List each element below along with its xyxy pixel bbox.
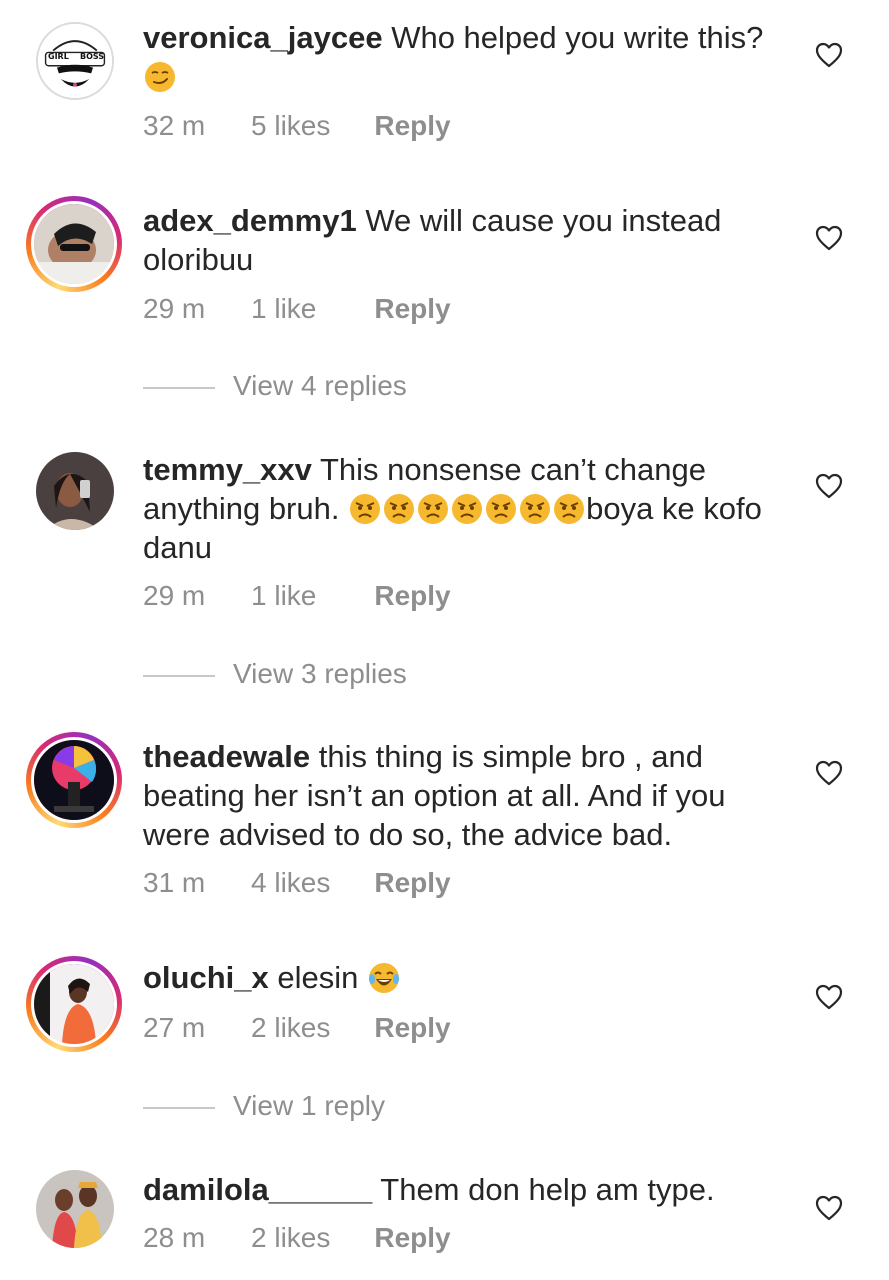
comment-body: Who helped you write this? — [391, 20, 764, 55]
comment-meta: 32 m 5 likes Reply — [143, 110, 451, 142]
angry-face-icon — [485, 493, 517, 525]
comment-meta: 28 m 2 likes Reply — [143, 1222, 451, 1254]
divider-line — [143, 386, 215, 389]
view-replies-button[interactable]: View 1 reply — [143, 1090, 385, 1122]
like-button[interactable] — [815, 42, 843, 68]
timestamp: 29 m — [143, 293, 206, 324]
reply-button[interactable]: Reply — [374, 580, 450, 612]
user-photo-icon — [36, 1170, 114, 1248]
angry-face-icon — [383, 493, 415, 525]
heart-outline-icon — [815, 760, 843, 786]
angry-face-icon — [451, 493, 483, 525]
reply-button[interactable]: Reply — [374, 867, 450, 899]
like-button[interactable] — [815, 1195, 843, 1221]
comment-text: damilola______ Them don help am type. — [143, 1170, 783, 1209]
likes-count[interactable]: 5 likes — [251, 110, 330, 142]
avatar[interactable] — [36, 452, 114, 530]
view-replies-button[interactable]: View 3 replies — [143, 658, 407, 690]
divider-line — [143, 674, 215, 677]
avatar[interactable] — [26, 956, 122, 1052]
tears-of-joy-icon — [368, 962, 400, 994]
comment-meta: 31 m 4 likes Reply — [143, 867, 451, 899]
user-photo-icon — [34, 964, 114, 1044]
comment-body: Them don help am type. — [380, 1172, 715, 1207]
smirking-face-icon — [144, 61, 176, 93]
like-button[interactable] — [815, 473, 843, 499]
user-photo-icon — [36, 452, 114, 530]
comment-meta: 29 m 1 like Reply — [143, 580, 451, 612]
username[interactable]: veronica_jaycee — [143, 20, 383, 55]
likes-count[interactable]: 1 like — [251, 293, 316, 325]
avatar[interactable] — [26, 732, 122, 828]
comment-text: veronica_jaycee Who helped you write thi… — [143, 18, 783, 96]
likes-count[interactable]: 1 like — [251, 580, 316, 612]
reply-button[interactable]: Reply — [374, 1012, 450, 1044]
timestamp: 29 m — [143, 580, 206, 611]
user-photo-icon — [34, 204, 114, 284]
divider-line — [143, 1106, 215, 1109]
angry-face-icon — [417, 493, 449, 525]
username[interactable]: theadewale — [143, 739, 310, 774]
user-photo-icon — [34, 740, 114, 820]
angry-face-icon — [553, 493, 585, 525]
like-button[interactable] — [815, 225, 843, 251]
likes-count[interactable]: 2 likes — [251, 1222, 330, 1254]
username[interactable]: adex_demmy1 — [143, 203, 357, 238]
heart-outline-icon — [815, 984, 843, 1010]
view-replies-button[interactable]: View 4 replies — [143, 370, 407, 402]
timestamp: 31 m — [143, 867, 206, 898]
comment-text: adex_demmy1 We will cause you instead ol… — [143, 201, 783, 279]
avatar[interactable] — [26, 196, 122, 292]
view-replies-label: View 3 replies — [233, 658, 407, 689]
username[interactable]: damilola______ — [143, 1172, 372, 1207]
avatar[interactable] — [36, 1170, 114, 1248]
likes-count[interactable]: 4 likes — [251, 867, 330, 899]
comment-meta: 27 m 2 likes Reply — [143, 1012, 451, 1044]
like-button[interactable] — [815, 984, 843, 1010]
comment-text: theadewale this thing is simple bro , an… — [143, 737, 783, 854]
heart-outline-icon — [815, 225, 843, 251]
comment-text: temmy_xxv This nonsense can’t change any… — [143, 450, 783, 567]
like-button[interactable] — [815, 760, 843, 786]
likes-count[interactable]: 2 likes — [251, 1012, 330, 1044]
heart-outline-icon — [815, 473, 843, 499]
comment-body: elesin — [277, 960, 359, 995]
avatar[interactable] — [36, 22, 114, 100]
view-replies-label: View 4 replies — [233, 370, 407, 401]
reply-button[interactable]: Reply — [374, 1222, 450, 1254]
heart-outline-icon — [815, 1195, 843, 1221]
comment-text: oluchi_x elesin — [143, 958, 783, 997]
heart-outline-icon — [815, 42, 843, 68]
reply-button[interactable]: Reply — [374, 110, 450, 142]
view-replies-label: View 1 reply — [233, 1090, 386, 1121]
angry-face-icon — [349, 493, 381, 525]
girl-boss-avatar-icon — [38, 24, 112, 98]
timestamp: 27 m — [143, 1012, 206, 1043]
reply-button[interactable]: Reply — [374, 293, 450, 325]
timestamp: 28 m — [143, 1222, 206, 1253]
angry-face-icon — [519, 493, 551, 525]
username[interactable]: oluchi_x — [143, 960, 269, 995]
username[interactable]: temmy_xxv — [143, 452, 312, 487]
timestamp: 32 m — [143, 110, 206, 141]
comment-meta: 29 m 1 like Reply — [143, 293, 451, 325]
